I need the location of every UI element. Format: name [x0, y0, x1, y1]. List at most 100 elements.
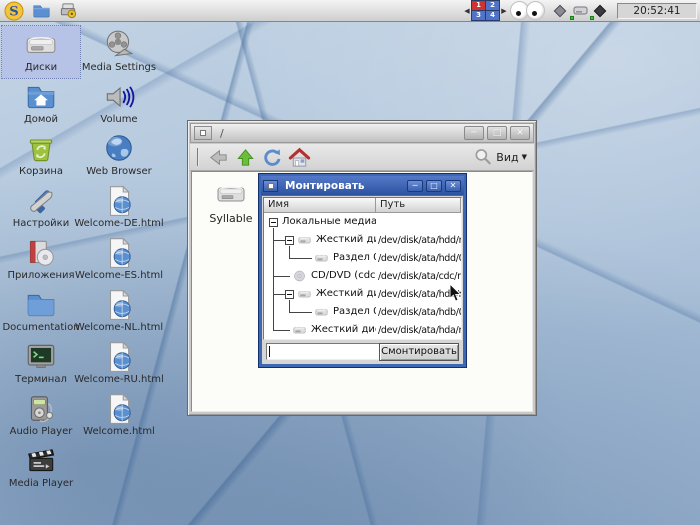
desktop-icon-media-settings[interactable]: Media Settings	[80, 26, 158, 78]
refresh-button[interactable]	[259, 145, 286, 170]
desktop-icon-терминал[interactable]: Терминал	[2, 338, 80, 390]
tools-icon	[24, 184, 58, 218]
desktop-icon-настройки[interactable]: Настройки	[2, 182, 80, 234]
tree-row-6[interactable]: Жесткий диск/dev/disk/ata/hda/raw	[264, 321, 461, 339]
desktop-icon-documentation[interactable]: Documentation	[2, 286, 80, 338]
fm-window-title: /	[220, 127, 224, 140]
tree-row-1[interactable]: Жесткий диск/dev/disk/ata/hdd/raw	[264, 231, 461, 249]
home-button[interactable]	[286, 145, 313, 170]
folder-icon[interactable]	[31, 1, 51, 21]
expander-collapse-icon[interactable]	[285, 236, 294, 245]
desktop-icon-volume[interactable]: Volume	[80, 78, 158, 130]
dialog-maximize-button[interactable]: □	[426, 180, 442, 192]
tree-row-name: CD/DVD (cdc)	[311, 270, 376, 281]
tree-row-name: Жесткий диск	[316, 234, 376, 245]
desktop-icon-label: Настройки	[13, 218, 69, 229]
view-dropdown[interactable]: Вид	[496, 151, 518, 164]
workspace-cell-1[interactable]: 1	[472, 1, 485, 10]
drive-small-icon[interactable]	[571, 2, 589, 20]
folder-big-icon	[24, 288, 58, 322]
view-caret-icon[interactable]: ▼	[522, 153, 527, 161]
workspace-grid: 1234	[471, 0, 500, 21]
dialog-minimize-button[interactable]: ─	[407, 180, 423, 192]
desktop-icon-audio-player[interactable]: Audio Player	[2, 390, 80, 442]
expander-collapse-icon[interactable]	[269, 218, 278, 227]
workspace-cell-3[interactable]: 3	[472, 11, 485, 20]
desktop-icon-диски[interactable]: Диски	[2, 26, 80, 78]
htmldoc-icon	[102, 236, 136, 270]
fm-minimize-button[interactable]: ─	[464, 126, 484, 140]
mount-path-input[interactable]	[266, 343, 381, 360]
desktop-icon-label: Терминал	[15, 374, 67, 385]
cd-icon	[291, 269, 308, 283]
desktop-icon-label: Welcome.html	[83, 426, 155, 437]
desktop-icon-media-player[interactable]: Media Player	[2, 442, 80, 494]
drive-icon	[291, 323, 308, 337]
desktop-icon-корзина[interactable]: Корзина	[2, 130, 80, 182]
diamond-dark-icon[interactable]	[591, 2, 609, 20]
device-tree[interactable]: Имя Путь Локальные медиаЖесткий диск/dev…	[263, 197, 462, 340]
diamond-icon[interactable]	[551, 2, 569, 20]
back-button[interactable]	[205, 145, 232, 170]
mount-button[interactable]: Смонтировать	[379, 343, 459, 361]
fm-item-syllable[interactable]: Syllable	[200, 178, 262, 225]
eyes-widget	[513, 1, 545, 20]
expander-collapse-icon[interactable]	[285, 290, 294, 299]
fm-window-menu-icon[interactable]	[194, 126, 212, 140]
drive-icon	[313, 251, 330, 265]
tree-row-name: Раздел 0	[333, 252, 376, 263]
film-icon	[102, 28, 136, 62]
dialog-window-menu-icon[interactable]	[263, 180, 278, 192]
desktop-icon-welcome-es-html[interactable]: Welcome-ES.html	[80, 234, 158, 286]
mouse-cursor	[449, 283, 462, 306]
up-button[interactable]	[232, 145, 259, 170]
tree-row-3[interactable]: CD/DVD (cdc)/dev/disk/ata/cdc/raw	[264, 267, 461, 285]
fm-titlebar[interactable]: / ─ □ ✕	[190, 123, 534, 143]
drive-icon	[210, 178, 252, 210]
desktop-icon-label: Welcome-NL.html	[75, 322, 163, 333]
syllable-logo-icon[interactable]: S	[4, 1, 24, 21]
workspace-cell-2[interactable]: 2	[486, 1, 499, 10]
mount-dialog-window: Монтировать ─ □ ✕ Имя Путь Локальные мед…	[258, 173, 467, 368]
desktop-icon-label: Приложения	[7, 270, 74, 281]
desktop-icon-welcome-nl-html[interactable]: Welcome-NL.html	[80, 286, 158, 338]
column-header-name[interactable]: Имя	[264, 198, 376, 213]
trash-icon	[24, 132, 58, 166]
desktop-icon-welcome-html[interactable]: Welcome.html	[80, 390, 158, 442]
desktop-icon-label: Volume	[100, 114, 137, 125]
tree-row-name: Жесткий диск	[316, 288, 376, 299]
speaker-icon	[102, 80, 136, 114]
htmldoc-icon	[102, 340, 136, 374]
search-icon[interactable]	[473, 147, 493, 167]
fm-maximize-button[interactable]: □	[487, 126, 507, 140]
desktop-icon-welcome-de-html[interactable]: Welcome-DE.html	[80, 182, 158, 234]
workspace-next-icon[interactable]: ▶	[501, 7, 507, 15]
dialog-close-button[interactable]: ✕	[445, 180, 461, 192]
tree-row-path: /dev/disk/ata/hdb/0	[378, 307, 461, 318]
tree-row-path: /dev/disk/ata/hdd/raw	[378, 235, 461, 246]
desktop-icon-label: Documentation	[2, 322, 79, 333]
workspace-prev-icon[interactable]: ◀	[464, 7, 470, 15]
package-icon	[24, 236, 58, 270]
desktop-icon-label: Welcome-DE.html	[74, 218, 163, 229]
desktop-icon-label: Welcome-ES.html	[75, 270, 163, 281]
workspace-cell-4[interactable]: 4	[486, 11, 499, 20]
desktop-icon-приложения[interactable]: Приложения	[2, 234, 80, 286]
printer-icon[interactable]	[58, 1, 78, 21]
clapper-icon	[24, 444, 58, 478]
toolbar-drag-handle[interactable]	[197, 148, 199, 166]
desktop-icon-label: Audio Player	[10, 426, 73, 437]
desktop-icon-welcome-ru-html[interactable]: Welcome-RU.html	[80, 338, 158, 390]
fm-close-button[interactable]: ✕	[510, 126, 530, 140]
tree-row-path: /dev/disk/ata/cdc/raw	[378, 271, 461, 282]
column-header-path[interactable]: Путь	[376, 198, 461, 213]
tree-row-path: /dev/disk/ata/hda/raw	[378, 325, 461, 336]
htmldoc-icon	[102, 288, 136, 322]
drive-icon	[313, 305, 330, 319]
tree-row-0[interactable]: Локальные медиа	[264, 213, 461, 231]
desktop-icon-домой[interactable]: Домой	[2, 78, 80, 130]
tree-row-4[interactable]: Жесткий диск/dev/disk/ata/hdb/raw	[264, 285, 461, 303]
dialog-titlebar[interactable]: Монтировать ─ □ ✕	[261, 176, 464, 195]
desktop-icon-web-browser[interactable]: Web Browser	[80, 130, 158, 182]
eye-right-icon	[526, 1, 545, 20]
